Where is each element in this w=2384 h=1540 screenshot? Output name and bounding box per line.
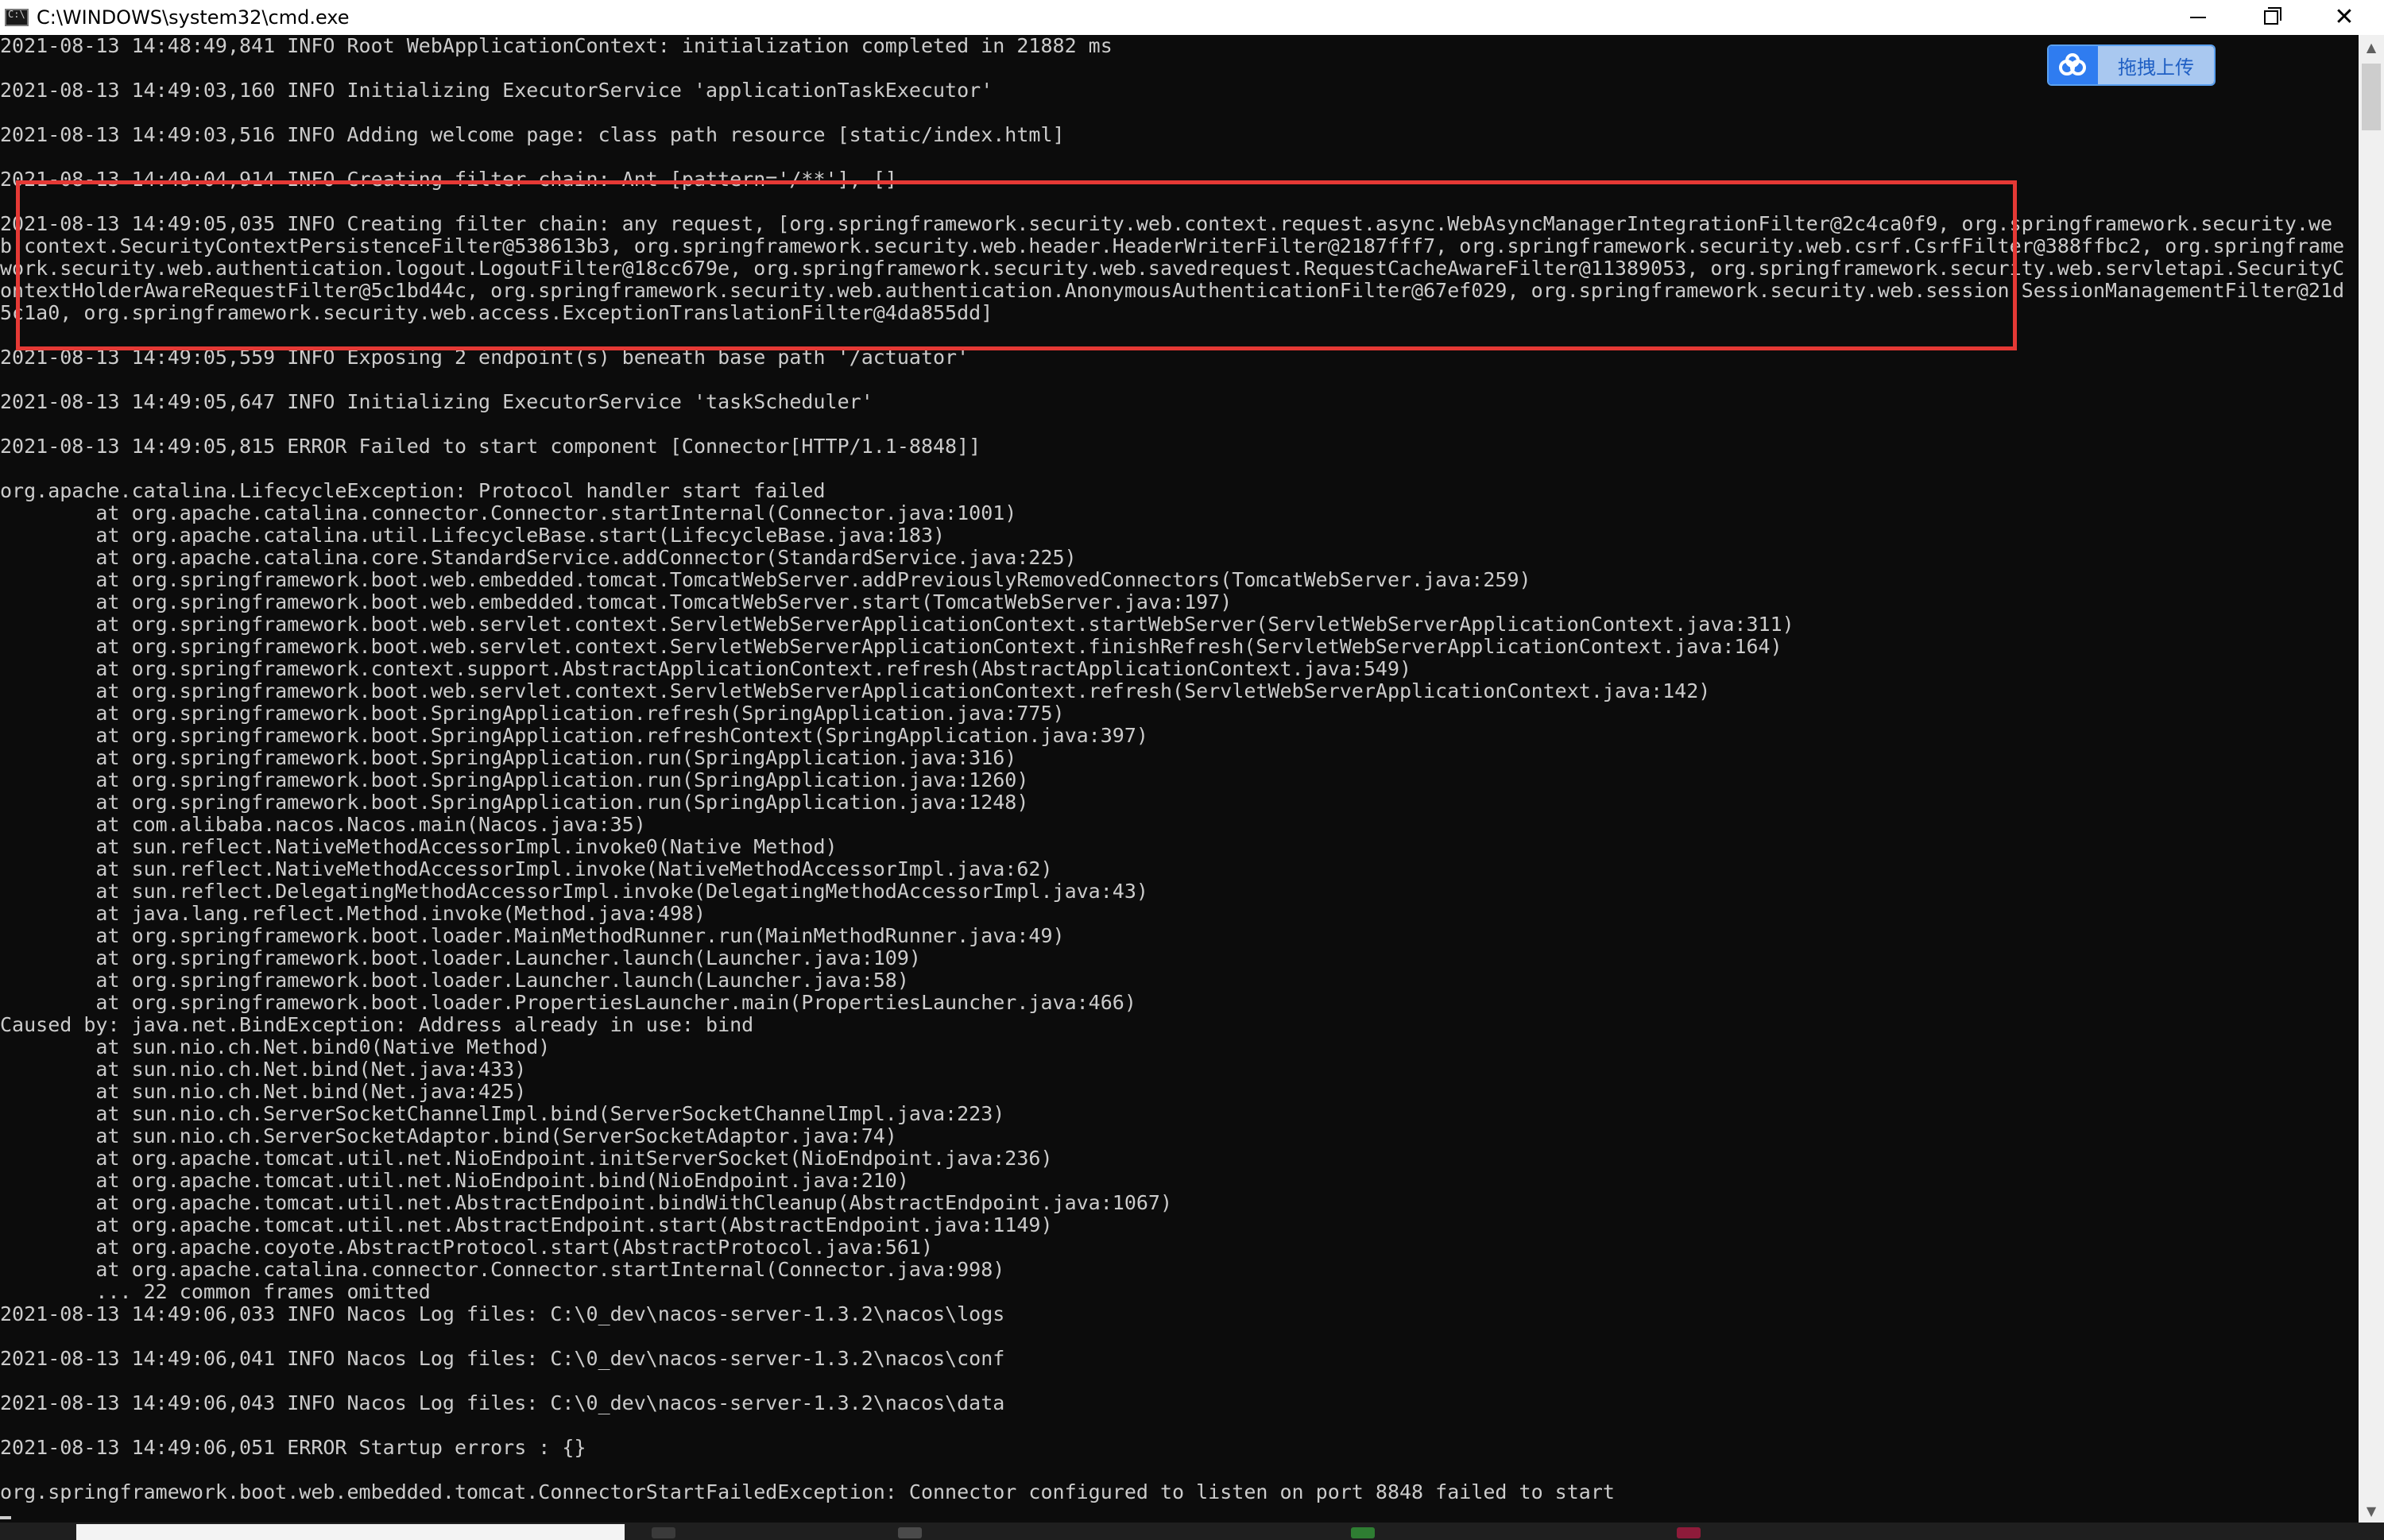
log-line: at sun.nio.ch.Net.bind0(Native Method) — [0, 1035, 551, 1058]
log-line: org.apache.catalina.LifecycleException: … — [0, 479, 826, 502]
log-line: at org.springframework.boot.loader.Launc… — [0, 946, 921, 969]
console-output[interactable]: 2021-08-13 14:48:49,841 INFO Root WebApp… — [0, 35, 2359, 1523]
log-line: 2021-08-13 14:49:06,043 INFO Nacos Log f… — [0, 1391, 1005, 1414]
scroll-down-arrow-icon[interactable]: ▼ — [2359, 1499, 2384, 1523]
vertical-scrollbar[interactable]: ▲ ▼ — [2359, 35, 2384, 1523]
log-line: at org.springframework.boot.SpringApplic… — [0, 768, 1029, 791]
log-line: 2021-08-13 14:49:05,559 INFO Exposing 2 … — [0, 346, 969, 369]
taskbar-app[interactable] — [652, 1527, 675, 1538]
log-line: 2021-08-13 14:49:03,516 INFO Adding welc… — [0, 123, 1065, 146]
log-line: org.springframework.boot.web.embedded.to… — [0, 1480, 1615, 1503]
log-line: at org.apache.tomcat.util.net.AbstractEn… — [0, 1191, 1173, 1214]
log-line: at org.springframework.boot.loader.Launc… — [0, 969, 909, 992]
log-line: at org.springframework.boot.web.servlet.… — [0, 613, 1794, 636]
log-line: at sun.nio.ch.Net.bind(Net.java:425) — [0, 1080, 527, 1103]
log-line: at org.apache.catalina.core.StandardServ… — [0, 546, 1077, 569]
log-line: at sun.nio.ch.ServerSocketAdaptor.bind(S… — [0, 1124, 897, 1147]
scroll-up-arrow-icon[interactable]: ▲ — [2359, 35, 2384, 59]
log-line: at sun.reflect.NativeMethodAccessorImpl.… — [0, 835, 838, 858]
log-line: at org.springframework.boot.web.servlet.… — [0, 635, 1782, 658]
restore-button[interactable] — [2235, 0, 2308, 35]
log-line: at sun.nio.ch.Net.bind(Net.java:433) — [0, 1058, 527, 1081]
log-line: at org.springframework.context.support.A… — [0, 657, 1412, 680]
upload-label: 拖拽上传 — [2098, 46, 2214, 84]
log-line: at org.apache.catalina.util.LifecycleBas… — [0, 524, 946, 547]
close-button[interactable]: ✕ — [2308, 0, 2381, 35]
scroll-thumb[interactable] — [2362, 64, 2381, 130]
window-title: C:\WINDOWS\system32\cmd.exe — [37, 6, 350, 29]
console-cursor — [0, 1516, 11, 1519]
log-line: at org.apache.coyote.AbstractProtocol.st… — [0, 1236, 933, 1259]
log-line: 2021-08-13 14:49:06,051 ERROR Startup er… — [0, 1436, 586, 1459]
taskbar-app[interactable] — [898, 1527, 922, 1538]
restore-icon — [2264, 7, 2281, 25]
log-lines-before: 2021-08-13 14:48:49,841 INFO Root WebApp… — [0, 35, 2359, 213]
log-line: at org.springframework.boot.SpringApplic… — [0, 746, 1017, 769]
cmd-app-icon[interactable] — [5, 9, 29, 26]
log-line: at org.apache.tomcat.util.net.NioEndpoin… — [0, 1169, 909, 1192]
log-line: Caused by: java.net.BindException: Addre… — [0, 1013, 754, 1036]
log-line: at org.apache.tomcat.util.net.AbstractEn… — [0, 1213, 1053, 1236]
log-line: 2021-08-13 14:48:49,841 INFO Root WebApp… — [0, 35, 1113, 57]
log-line: 2021-08-13 14:49:06,033 INFO Nacos Log f… — [0, 1302, 1005, 1325]
log-line: at org.springframework.boot.loader.Prope… — [0, 991, 1136, 1014]
log-line: 2021-08-13 14:49:04,914 INFO Creating fi… — [0, 168, 897, 191]
taskbar[interactable] — [0, 1523, 2384, 1540]
log-line: at java.lang.reflect.Method.invoke(Metho… — [0, 902, 706, 925]
log-line: at org.springframework.boot.loader.MainM… — [0, 924, 1065, 947]
log-line: at org.apache.catalina.connector.Connect… — [0, 1258, 1005, 1281]
cloud-icon — [2049, 46, 2098, 84]
minimize-icon — [2190, 17, 2206, 18]
log-line: at org.springframework.boot.SpringApplic… — [0, 791, 1029, 814]
log-line: at sun.reflect.NativeMethodAccessorImpl.… — [0, 857, 1053, 880]
log-line: ... 22 common frames omitted — [0, 1280, 431, 1303]
taskbar-app[interactable] — [1677, 1527, 1701, 1538]
minimize-button[interactable] — [2161, 0, 2235, 35]
log-line: at org.apache.tomcat.util.net.NioEndpoin… — [0, 1147, 1053, 1170]
filter-chain-log-entry: 2021-08-13 14:49:05,035 INFO Creating fi… — [0, 212, 2345, 324]
log-line: 2021-08-13 14:49:05,647 INFO Initializin… — [0, 390, 873, 413]
title-bar[interactable]: C:\WINDOWS\system32\cmd.exe ✕ — [0, 0, 2384, 35]
cmd-window: C:\WINDOWS\system32\cmd.exe ✕ 2021-08-13… — [0, 0, 2384, 1540]
taskbar-app[interactable] — [1351, 1527, 1375, 1538]
log-line: at com.alibaba.nacos.Nacos.main(Nacos.ja… — [0, 813, 646, 836]
close-icon: ✕ — [2334, 3, 2355, 31]
upload-widget[interactable]: 拖拽上传 — [2049, 46, 2214, 84]
log-line: at org.springframework.boot.web.servlet.… — [0, 679, 1711, 702]
log-lines-after: 2021-08-13 14:49:05,559 INFO Exposing 2 … — [0, 324, 2359, 1503]
log-line: 2021-08-13 14:49:03,160 INFO Initializin… — [0, 79, 993, 102]
log-line: at org.springframework.boot.web.embedded… — [0, 590, 1233, 613]
log-line: at sun.reflect.DelegatingMethodAccessorI… — [0, 880, 1148, 903]
log-line: at org.springframework.boot.SpringApplic… — [0, 724, 1148, 747]
log-line: 2021-08-13 14:49:06,041 INFO Nacos Log f… — [0, 1347, 1005, 1370]
log-line: at org.apache.catalina.connector.Connect… — [0, 501, 1017, 524]
taskbar-search-box[interactable] — [76, 1524, 625, 1540]
log-line: at org.springframework.boot.SpringApplic… — [0, 702, 1065, 725]
log-line: at org.springframework.boot.web.embedded… — [0, 568, 1531, 591]
log-line: at sun.nio.ch.ServerSocketChannelImpl.bi… — [0, 1102, 1005, 1125]
log-line: 2021-08-13 14:49:05,815 ERROR Failed to … — [0, 435, 981, 458]
